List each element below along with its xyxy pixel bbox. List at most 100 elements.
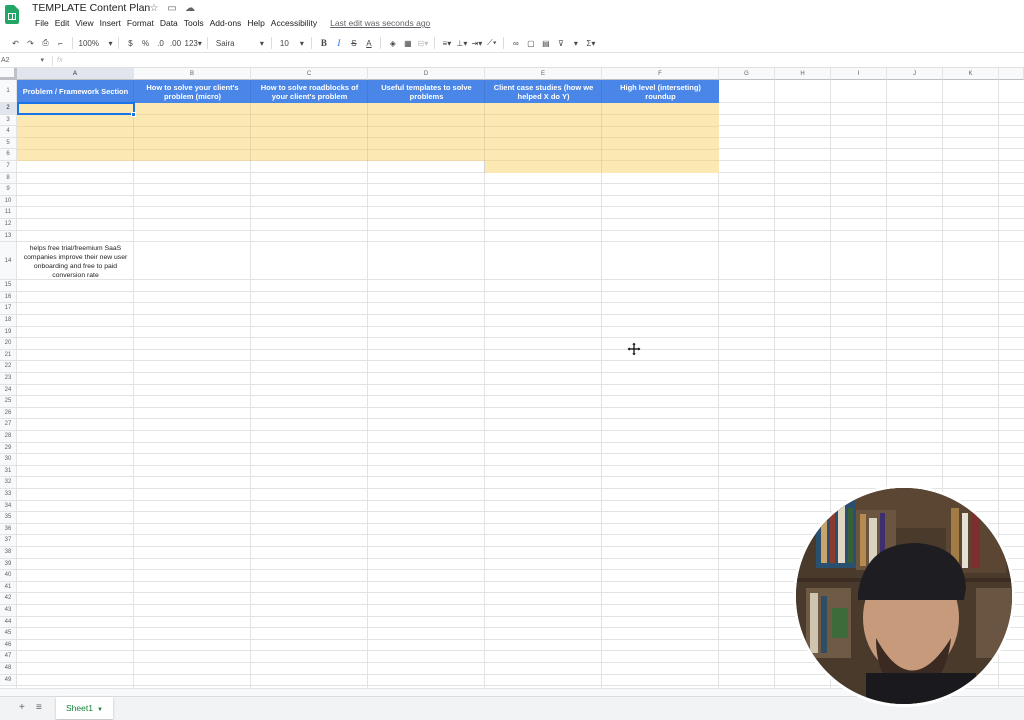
row-header[interactable]: 33 — [0, 489, 17, 501]
row-header[interactable]: 28 — [0, 431, 17, 443]
menu-insert[interactable]: Insert — [97, 18, 124, 28]
move-to-folder-icon[interactable]: ▭ — [166, 3, 178, 14]
column-header-a[interactable]: A — [17, 68, 134, 80]
menu-accessibility[interactable]: Accessibility — [268, 18, 320, 28]
fill-color-icon[interactable]: ◈ — [387, 36, 399, 50]
redo-icon[interactable]: ↷ — [25, 36, 37, 50]
row-header[interactable]: 42 — [0, 593, 17, 605]
row-header[interactable]: 9 — [0, 184, 17, 196]
row-header[interactable]: 41 — [0, 581, 17, 594]
row-header[interactable]: 37 — [0, 535, 17, 547]
row-header[interactable]: 32 — [0, 477, 17, 489]
row-header[interactable]: 35 — [0, 512, 17, 524]
row-header[interactable]: 46 — [0, 639, 17, 652]
cell-a1[interactable]: Problem / Framework Section — [17, 80, 134, 103]
add-sheet-icon[interactable]: + — [19, 702, 25, 713]
horizontal-align-icon[interactable]: ≡▾ — [441, 36, 453, 50]
vertical-align-icon[interactable]: ⊥▾ — [456, 36, 468, 50]
row-header[interactable]: 3 — [0, 114, 17, 127]
row-header[interactable]: 23 — [0, 373, 17, 385]
fill-handle[interactable] — [131, 112, 136, 117]
row-header[interactable]: 49 — [0, 674, 17, 687]
menu-file[interactable]: File — [32, 18, 52, 28]
row-header[interactable]: 24 — [0, 384, 17, 397]
row-header[interactable]: 40 — [0, 570, 17, 582]
column-header-g[interactable]: G — [719, 68, 775, 80]
decrease-decimal-button[interactable]: .0 — [155, 36, 167, 50]
column-header-b[interactable]: B — [134, 68, 251, 80]
text-rotate-icon[interactable]: ⟋▾ — [486, 36, 498, 50]
row-header[interactable]: 12 — [0, 219, 17, 231]
row-header[interactable]: 5 — [0, 137, 17, 150]
row-header[interactable]: 45 — [0, 628, 17, 640]
row-header[interactable]: 15 — [0, 280, 17, 292]
menu-data[interactable]: Data — [157, 18, 181, 28]
menu-help[interactable]: Help — [244, 18, 267, 28]
row-header[interactable]: 20 — [0, 338, 17, 350]
row-header[interactable]: 43 — [0, 605, 17, 617]
row-header[interactable]: 39 — [0, 558, 17, 571]
row-header[interactable]: 19 — [0, 326, 17, 339]
insert-comment-icon[interactable]: ▢ — [525, 36, 537, 50]
row-header[interactable]: 38 — [0, 547, 17, 559]
italic-button[interactable]: I — [333, 36, 345, 50]
row-header[interactable]: 22 — [0, 361, 17, 373]
row-header[interactable]: 2 — [0, 103, 17, 115]
column-header-i[interactable]: I — [831, 68, 887, 80]
row-header[interactable]: 29 — [0, 442, 17, 455]
row-header[interactable]: 6 — [0, 149, 17, 161]
cell-d1[interactable]: Useful templates to solve problems — [368, 80, 485, 103]
cell-c1[interactable]: How to solve roadblocks of your client's… — [251, 80, 368, 103]
undo-icon[interactable]: ↶ — [10, 36, 22, 50]
filter-views-icon[interactable]: ▾ — [570, 36, 582, 50]
row-header[interactable]: 13 — [0, 230, 17, 243]
font-size-select[interactable]: 10 ▾ — [278, 36, 306, 50]
star-icon[interactable]: ☆ — [148, 3, 160, 14]
print-icon[interactable]: ⎙ — [40, 36, 52, 50]
row-header[interactable]: 1 — [0, 80, 17, 103]
menu-edit[interactable]: Edit — [52, 18, 73, 28]
functions-button[interactable]: Σ ▾ — [585, 36, 597, 50]
menu-addons[interactable]: Add-ons — [207, 18, 245, 28]
percent-format-button[interactable]: % — [140, 36, 152, 50]
column-header-d[interactable]: D — [368, 68, 485, 80]
strikethrough-button[interactable]: S — [348, 36, 360, 50]
document-title[interactable]: TEMPLATE Content Plan — [32, 2, 150, 14]
row-header[interactable]: 48 — [0, 663, 17, 675]
row-header[interactable]: 18 — [0, 315, 17, 327]
cell-e1[interactable]: Client case studies (how we helped X do … — [485, 80, 602, 103]
row-header[interactable]: 16 — [0, 291, 17, 304]
row-header[interactable]: 4 — [0, 126, 17, 138]
zoom-select[interactable]: 100% ▾ — [79, 36, 113, 50]
row-header[interactable]: 47 — [0, 651, 17, 663]
row-header[interactable]: 26 — [0, 407, 17, 420]
select-all-corner[interactable] — [0, 68, 17, 80]
row-header[interactable]: 30 — [0, 454, 17, 466]
name-box[interactable]: A2 ▾ — [0, 55, 46, 67]
row-header[interactable]: 31 — [0, 465, 17, 478]
menu-tools[interactable]: Tools — [181, 18, 207, 28]
more-formats-button[interactable]: 123 ▾ — [185, 36, 202, 50]
text-color-button[interactable]: A — [363, 36, 375, 50]
row-header[interactable]: 44 — [0, 616, 17, 629]
column-header-h[interactable]: H — [775, 68, 831, 80]
row-header[interactable]: 36 — [0, 523, 17, 536]
menu-view[interactable]: View — [72, 18, 96, 28]
currency-format-button[interactable]: $ — [125, 36, 137, 50]
cell-b1[interactable]: How to solve your client's problem (micr… — [134, 80, 251, 103]
row-header[interactable]: 34 — [0, 500, 17, 513]
row-header[interactable]: 8 — [0, 172, 17, 185]
cell-f1[interactable]: High level (interseting) roundup — [602, 80, 719, 103]
merge-cells-icon[interactable]: ⊟▾ — [417, 36, 429, 50]
column-header-f[interactable]: F — [602, 68, 719, 80]
row-header[interactable]: 10 — [0, 195, 17, 208]
sheets-logo-icon[interactable] — [5, 5, 19, 24]
sheet-tab-sheet1[interactable]: Sheet1 ▼ — [56, 697, 113, 719]
row-header[interactable]: 21 — [0, 349, 17, 362]
formula-input[interactable] — [74, 55, 1014, 67]
row-header[interactable]: 11 — [0, 207, 17, 219]
insert-chart-icon[interactable]: ▤ — [540, 36, 552, 50]
text-wrap-icon[interactable]: ⇥▾ — [471, 36, 483, 50]
cloud-status-icon[interactable]: ☁ — [184, 3, 196, 14]
paint-format-icon[interactable]: ⌐ — [55, 36, 67, 50]
